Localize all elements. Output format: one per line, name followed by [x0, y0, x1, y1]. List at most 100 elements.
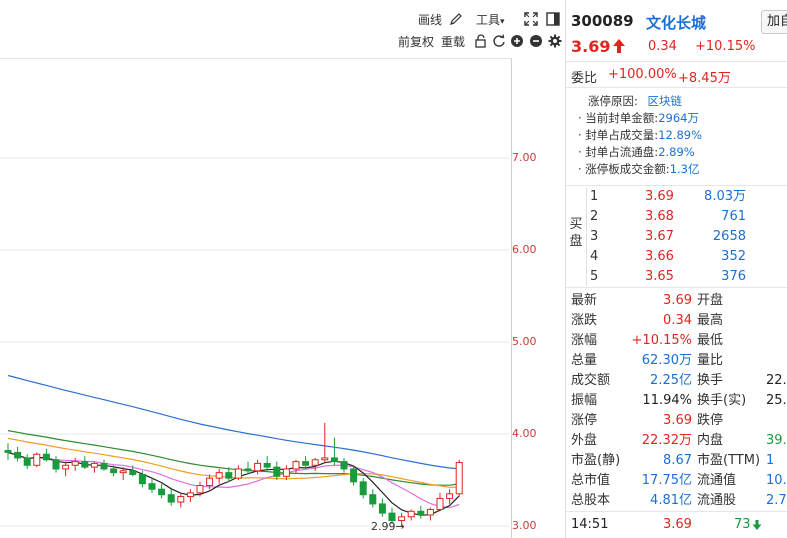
pencil-icon[interactable]	[449, 12, 463, 26]
bid-row[interactable]: 4 3.66 352	[590, 247, 786, 267]
candle-body	[119, 470, 127, 474]
candle-body	[196, 485, 204, 494]
ma60-line	[7, 374, 460, 470]
stat-row: 成交额 2.25亿 换手 22.	[571, 373, 787, 388]
limit-reason-row: 涨停原因: 区块链	[588, 94, 683, 108]
candle-body	[14, 451, 22, 459]
y-tick-label: 6.00	[512, 243, 537, 256]
tools-label: 工具	[476, 13, 501, 27]
bid-order-book: 买 盘 1 3.69 8.03万 2 3.68 761 3 3.67 2658 4 3.66 3…	[566, 186, 787, 288]
arrow-up-icon	[613, 39, 625, 53]
bid-row[interactable]: 5 3.65 376	[590, 267, 786, 287]
price-change-pct: +10.15%	[695, 39, 756, 54]
candle-body	[71, 461, 79, 466]
limit-turnover-row: · 涨停板成交金额:1.3亿	[578, 162, 700, 176]
order-ratio-pct: +100.00%	[608, 67, 677, 82]
candle-body	[436, 497, 444, 510]
bid-row[interactable]: 1 3.69 8.03万	[590, 187, 786, 207]
candle-body	[302, 461, 310, 466]
candle-body	[42, 453, 50, 461]
settings-gear-icon[interactable]	[548, 34, 562, 48]
candle-body	[350, 468, 358, 483]
fullscreen-icon[interactable]	[524, 12, 538, 26]
chart-options-bar: 前复权 重载	[0, 32, 566, 52]
candle-body	[369, 494, 377, 505]
y-tick-label: 3.00	[512, 519, 537, 532]
y-tick-label: 4.00	[512, 427, 537, 440]
draw-line-button[interactable]: 画线	[418, 10, 442, 30]
candle-body	[311, 459, 319, 466]
candle-body	[225, 472, 233, 479]
last-price: 3.69	[571, 37, 611, 56]
candle-body	[263, 462, 271, 468]
bid-row[interactable]: 3 3.67 2658	[590, 227, 786, 247]
candle-body	[81, 461, 89, 468]
refresh-icon[interactable]	[492, 34, 506, 48]
candle-body	[129, 470, 137, 475]
tick-price: 3.69	[663, 517, 692, 532]
stat-row: 总市值17.75亿流通值10.2	[571, 473, 787, 488]
plot-area[interactable]	[0, 59, 512, 538]
candle-body	[138, 473, 146, 485]
quote-panel: 300089 文化长城 加自 3.69 0.34 +10.15% 委比 +100…	[566, 0, 787, 538]
order-ratio-row: 委比 +100.00% +8.45万	[566, 62, 787, 88]
candle-body	[52, 459, 60, 470]
candle-body	[273, 466, 281, 477]
candle-body	[340, 461, 348, 470]
min-price-marker: 2.99→	[371, 520, 405, 533]
overlay-button[interactable]: 重载	[441, 32, 465, 52]
candle-body	[244, 468, 252, 472]
quote-stats: 最新 3.69 开盘 涨跌 0.34 最高 涨幅 +10.15% 最低 总量 62.30万 量比…	[566, 290, 787, 512]
y-tick-label: 5.00	[512, 335, 537, 348]
lock-icon[interactable]	[474, 34, 488, 48]
tick-volume: 73	[734, 517, 751, 532]
candle-body	[186, 492, 194, 498]
adjust-mode-button[interactable]: 前复权	[398, 32, 434, 52]
y-tick-label: 7.00	[512, 151, 537, 164]
caret-down-icon: ▾	[500, 17, 505, 27]
order-ratio-label: 委比	[571, 71, 598, 86]
kline-chart-panel: 画线 工具▾ 前复权 重载 7.00 6.00 5.00 4.00 3.00 2…	[0, 0, 566, 538]
candle-body	[292, 461, 300, 470]
seal-amount-row: · 当前封单金额:2964万	[578, 111, 699, 125]
candle-body	[407, 510, 415, 518]
candle-body	[100, 462, 108, 470]
stock-code: 300089	[571, 12, 634, 30]
seal-float-row: · 封单占流通盘:2.89%	[578, 145, 695, 159]
stat-row: 最新 3.69 开盘	[571, 293, 724, 308]
candle-body	[158, 488, 166, 496]
bid-side-label: 买 盘	[569, 217, 583, 249]
candle-body	[321, 457, 329, 461]
candle-body	[90, 462, 98, 468]
tools-menu-button[interactable]: 工具▾	[476, 10, 505, 30]
limit-reason-link[interactable]: 区块链	[648, 94, 683, 108]
stat-row: 总量 62.30万 量比	[571, 353, 724, 368]
candle-body	[417, 510, 425, 516]
candle-body	[330, 457, 338, 463]
quote-header: 300089 文化长城 加自 3.69 0.34 +10.15%	[566, 0, 787, 62]
candle-body	[110, 468, 118, 474]
candlestick-plot[interactable]	[0, 59, 512, 538]
stat-row: 外盘22.32万内盘39.9	[571, 433, 787, 448]
candle-body	[167, 494, 175, 503]
stat-row: 总股本 4.81亿 流通股 2.7	[571, 493, 787, 508]
candle-body	[455, 462, 463, 495]
stock-name[interactable]: 文化长城	[646, 12, 706, 33]
price-change: 0.34	[648, 39, 677, 54]
zoom-out-icon[interactable]	[529, 34, 543, 48]
order-book-divider	[586, 188, 587, 286]
bid-row[interactable]: 2 3.68 761	[590, 207, 786, 227]
candle-body	[215, 472, 223, 479]
candle-body	[177, 496, 185, 503]
candle-body	[234, 468, 242, 479]
last-tick-row: 14:51 3.69 73	[566, 514, 787, 536]
add-watchlist-button[interactable]: 加自	[761, 10, 787, 34]
zoom-in-icon[interactable]	[510, 34, 524, 48]
candle-body	[359, 481, 367, 496]
stat-row: 市盈(静) 8.67 市盈(TTM) 1	[571, 453, 775, 468]
panel-toggle-icon[interactable]	[546, 12, 560, 26]
draw-line-label: 画线	[418, 13, 443, 27]
stat-row: 涨停 3.69 跌停	[571, 413, 724, 428]
candle-body	[62, 464, 70, 470]
candle-body	[254, 462, 262, 472]
